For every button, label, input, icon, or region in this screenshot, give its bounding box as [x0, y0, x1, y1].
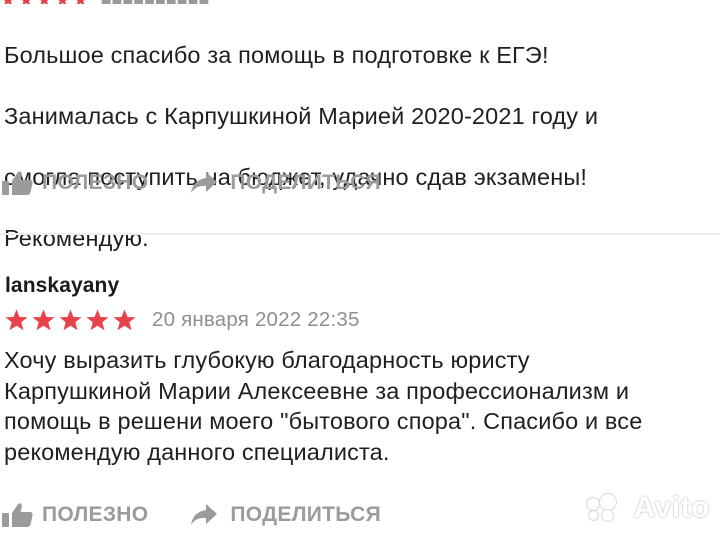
share-label: ПОДЕЛИТЬСЯ [230, 503, 382, 526]
rating-stars [4, 308, 139, 332]
review-text-line: Большое спасибо за помощь в подготовке к… [4, 41, 549, 68]
review-text-line: Карпушкиной Марии Алексеевне за професси… [4, 377, 630, 404]
watermark: Avito [585, 491, 710, 525]
useful-button[interactable]: ПОЛЕЗНО [2, 170, 148, 196]
share-button[interactable]: ПОДЕЛИТЬСЯ [190, 503, 381, 527]
share-button[interactable]: ПОДЕЛИТЬСЯ [190, 171, 381, 195]
star-icon [113, 309, 136, 331]
star-icon [59, 309, 82, 331]
review-text-line: помощь в решени моего "бытового спора". … [4, 408, 643, 434]
share-arrow-icon [190, 171, 218, 195]
rating-stars-cut: ★★★★★■■■■■■■■■■ [0, 0, 420, 4]
star-icon [32, 309, 55, 331]
thumbs-up-icon [2, 502, 34, 528]
share-arrow-icon [190, 503, 218, 527]
star-icon [86, 309, 109, 331]
review-text-line: рекомендую данного специалиста. [4, 438, 390, 465]
review-text: Хочу выразить глубокую благодарность юри… [4, 345, 720, 467]
avito-logo-icon [585, 493, 630, 523]
star-icon [5, 309, 28, 331]
review-actions: ПОЛЕЗНО ПОДЕЛИТЬСЯ [0, 500, 381, 530]
review-author[interactable]: lanskayany [5, 274, 119, 298]
share-label: ПОДЕЛИТЬСЯ [230, 171, 382, 194]
rating-row: 20 января 2022 22:35 [4, 308, 360, 332]
useful-label: ПОЛЕЗНО [42, 171, 149, 194]
useful-button[interactable]: ПОЛЕЗНО [2, 502, 148, 528]
review-text-line: Занималась с Карпушкиной Марией 2020-202… [4, 102, 599, 129]
review-card: ★★★★★■■■■■■■■■■ Большое спасибо за помощ… [0, 0, 720, 251]
useful-label: ПОЛЕЗНО [42, 503, 149, 526]
review-text-line: Хочу выразить глубокую благодарность юри… [4, 347, 530, 373]
watermark-text: Avito [633, 491, 710, 524]
thumbs-up-icon [2, 170, 34, 196]
review-actions: ПОЛЕЗНО ПОДЕЛИТЬСЯ [0, 168, 381, 198]
review-date: 20 января 2022 22:35 [152, 308, 360, 331]
